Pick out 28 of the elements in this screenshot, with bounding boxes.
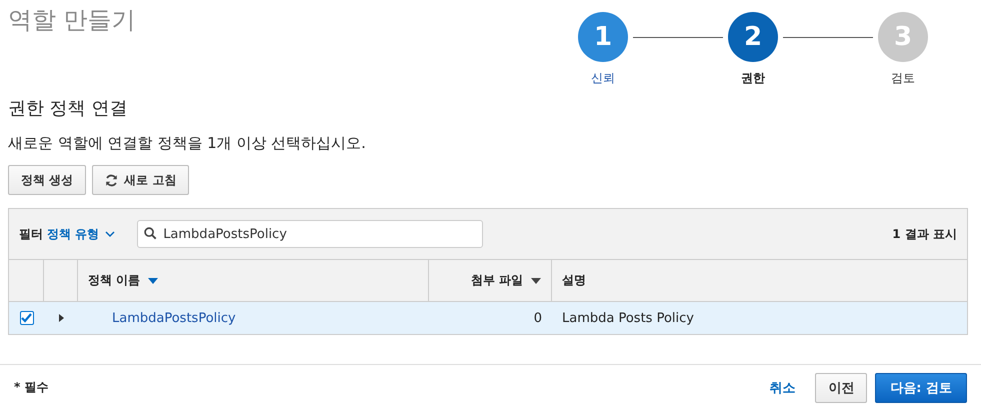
required-note: * 필수 <box>14 379 48 396</box>
row-checkbox[interactable] <box>20 311 34 325</box>
description-text: 새로운 역할에 연결할 정책을 1개 이상 선택하십시오. <box>8 134 367 153</box>
step-number: 2 <box>728 12 778 62</box>
expand-arrow-icon[interactable] <box>58 314 64 322</box>
next-button[interactable]: 다음: 검토 <box>875 372 967 402</box>
page-title: 역할 만들기 <box>8 5 136 36</box>
column-header[interactable]: 설명 <box>552 260 967 301</box>
step-label: 권한 <box>741 70 765 87</box>
step-label: 검토 <box>891 70 915 87</box>
cancel-link[interactable]: 취소 <box>769 378 796 396</box>
previous-button[interactable]: 이전 <box>815 372 868 402</box>
search-field[interactable]: LambdaPostsPolicy <box>137 220 484 248</box>
step-label: 신뢰 <box>591 70 615 87</box>
step-number: 1 <box>578 12 628 62</box>
create-policy-button[interactable]: 정책 생성 <box>8 165 86 195</box>
section-title: 권한 정책 연결 <box>8 97 128 120</box>
chevron-down-icon <box>105 230 116 238</box>
refresh-button[interactable]: 새로 고침 <box>92 165 190 195</box>
result-count: 1 결과 표시 <box>892 226 957 242</box>
column-header[interactable]: 첨부 파일 <box>429 260 552 301</box>
filter-label: 필터 <box>19 226 43 242</box>
column-header[interactable]: 정책 이름 <box>78 260 429 301</box>
table-cell: Lambda Posts Policy <box>562 310 694 326</box>
policy-type-dropdown[interactable]: 정책 유형 <box>43 226 120 242</box>
policy-name-link[interactable]: LambdaPostsPolicy <box>112 310 236 326</box>
table-cell: 0 <box>534 310 542 326</box>
refresh-icon <box>105 174 118 186</box>
